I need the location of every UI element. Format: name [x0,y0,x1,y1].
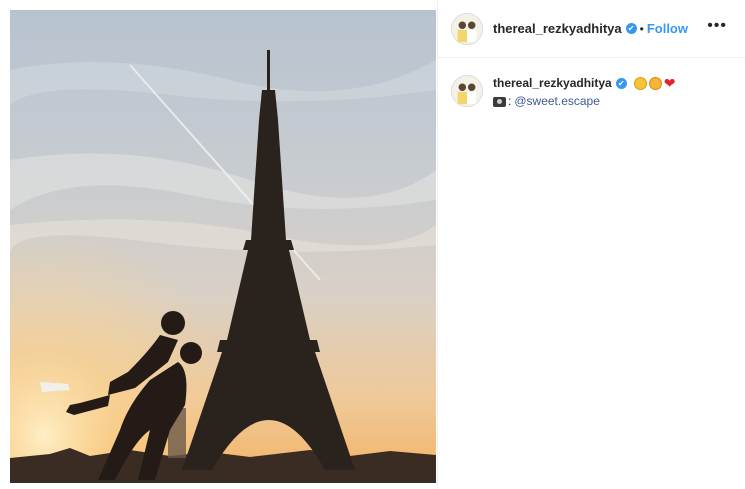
smiling-face-with-hearts-icon [648,77,662,90]
movie-camera-icon [493,96,506,107]
caption-colon: : [508,94,512,108]
avatar[interactable] [451,12,483,45]
vertical-divider [437,0,438,489]
caption-avatar[interactable] [451,75,483,107]
mention-link[interactable]: @sweet.escape [514,93,600,110]
grinning-face-icon [633,77,647,90]
verified-badge-icon: ✔ [625,23,637,34]
caption-body: thereal_rezkyadhitya ✔ ❤ : @sweet.escape [493,75,675,110]
caption-username[interactable]: thereal_rezkyadhitya [493,75,612,92]
caption-line-2: : @sweet.escape [493,93,675,110]
post-caption: thereal_rezkyadhitya ✔ ❤ : @sweet.escape [438,75,745,110]
red-heart-icon: ❤ [663,75,676,91]
post-header: thereal_rezkyadhitya ✔ • Follow ••• [438,0,745,58]
post-photo[interactable] [10,10,436,483]
verified-badge-icon: ✔ [615,78,627,89]
header-separator: • [639,21,644,36]
profile-avatar-icon [452,76,482,106]
follow-button[interactable]: Follow [647,21,688,36]
instagram-post: thereal_rezkyadhitya ✔ • Follow ••• ther… [0,0,745,489]
caption-line-1: thereal_rezkyadhitya ✔ ❤ [493,75,675,92]
post-username[interactable]: thereal_rezkyadhitya [493,21,622,36]
profile-avatar-icon [452,13,482,44]
eiffel-tower-couple-image [10,10,436,483]
more-options-icon[interactable]: ••• [707,17,727,35]
